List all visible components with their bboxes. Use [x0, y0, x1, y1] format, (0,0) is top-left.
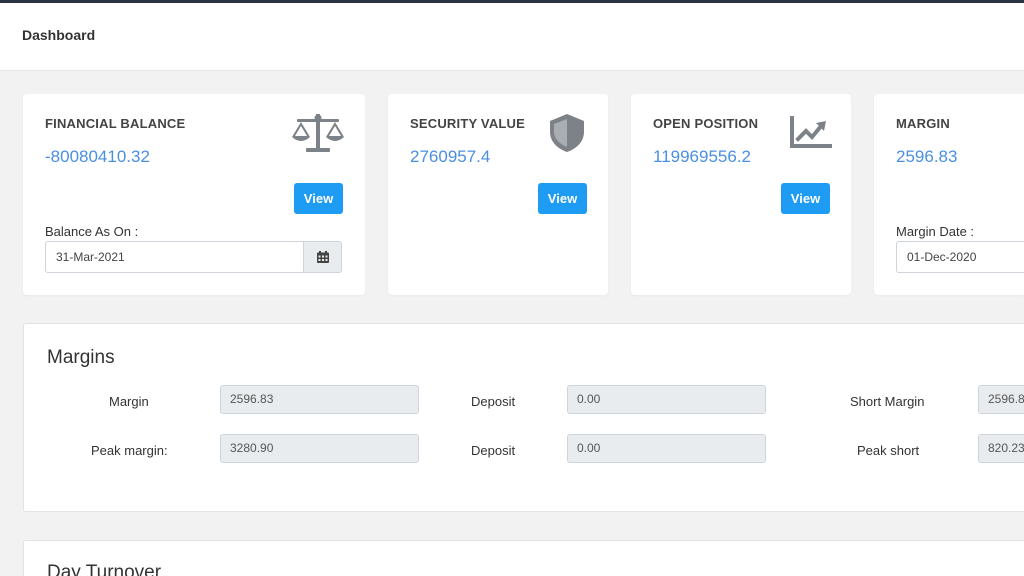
- short-margin-label: Short Margin: [850, 394, 925, 409]
- financial-balance-view-button[interactable]: View: [294, 183, 343, 214]
- balance-calendar-button[interactable]: [303, 241, 342, 273]
- day-turnover-title: Day Turnover: [47, 562, 162, 576]
- financial-balance-card: FINANCIAL BALANCE -80080410.32 View Bala…: [23, 94, 365, 295]
- page-title: Dashboard: [22, 27, 96, 43]
- security-value-card: SECURITY VALUE 2760957.4 View: [388, 94, 608, 295]
- financial-balance-value: -80080410.32: [45, 147, 150, 166]
- margin-card: MARGIN 2596.83 Margin Date : 01-Dec-2020: [874, 94, 1024, 295]
- security-value-value: 2760957.4: [410, 147, 491, 166]
- margin-field[interactable]: 2596.83: [220, 385, 419, 414]
- margin-card-value: 2596.83: [896, 147, 958, 166]
- open-position-label: OPEN POSITION: [653, 116, 759, 131]
- margin-date-input[interactable]: 01-Dec-2020: [896, 241, 1024, 273]
- margins-title: Margins: [47, 347, 115, 368]
- scale-icon: [292, 114, 344, 152]
- page-header: Dashboard: [0, 3, 1024, 71]
- balance-date-input[interactable]: 31-Mar-2021: [45, 241, 305, 273]
- financial-balance-label: FINANCIAL BALANCE: [45, 116, 186, 131]
- peak-deposit-field[interactable]: 0.00: [567, 434, 766, 463]
- chart-line-icon: [790, 116, 832, 148]
- security-value-view-button[interactable]: View: [538, 183, 587, 214]
- deposit-field[interactable]: 0.00: [567, 385, 766, 414]
- peak-margin-label: Peak margin:: [91, 443, 168, 458]
- short-margin-field[interactable]: 2596.8: [978, 385, 1024, 414]
- margin-card-label: MARGIN: [896, 116, 950, 131]
- margin-date-label: Margin Date :: [896, 224, 975, 239]
- open-position-card: OPEN POSITION 119969556.2 View: [631, 94, 851, 295]
- margin-label: Margin: [109, 394, 149, 409]
- peak-short-field[interactable]: 820.23: [978, 434, 1024, 463]
- margins-panel: Margins Margin 2596.83 Deposit 0.00 Shor…: [23, 323, 1024, 512]
- open-position-view-button[interactable]: View: [781, 183, 830, 214]
- security-value-label: SECURITY VALUE: [410, 116, 526, 131]
- open-position-value: 119969556.2: [653, 147, 752, 166]
- peak-margin-field[interactable]: 3280.90: [220, 434, 419, 463]
- shield-icon: [550, 114, 584, 152]
- peak-short-label: Peak short: [857, 443, 920, 458]
- deposit-label: Deposit: [471, 394, 516, 409]
- balance-date-label: Balance As On :: [45, 224, 139, 239]
- calendar-icon: [316, 251, 329, 263]
- day-turnover-panel: Day Turnover: [23, 540, 1024, 576]
- peak-deposit-label: Deposit: [471, 443, 516, 458]
